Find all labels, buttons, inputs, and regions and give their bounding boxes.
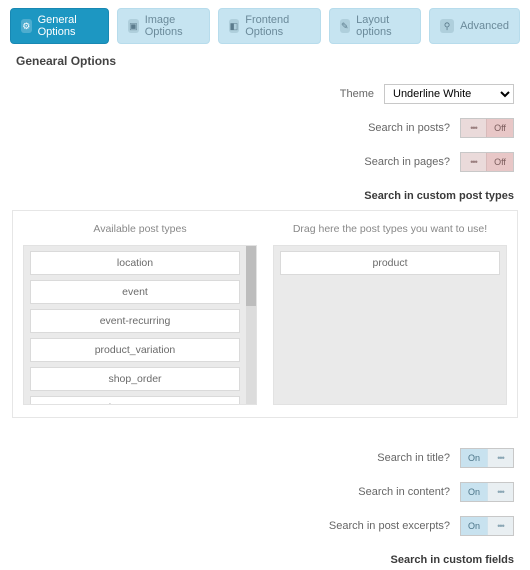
- row-theme: Theme Underline White: [10, 80, 520, 114]
- available-title: Available post types: [23, 223, 257, 235]
- row-search-content: Search in content? On: [10, 478, 520, 512]
- toggle-state: On: [461, 517, 487, 535]
- scrollbar[interactable]: [246, 246, 256, 404]
- toggle-handle-icon: [461, 153, 487, 171]
- tab-frontend[interactable]: ◧ Frontend Options: [218, 8, 321, 44]
- toggle-handle-icon: [461, 119, 487, 137]
- search-pages-label: Search in pages?: [364, 156, 450, 168]
- search-posts-label: Search in posts?: [368, 122, 450, 134]
- tab-image[interactable]: ▣ Image Options: [117, 8, 210, 44]
- toggle-search-content[interactable]: On: [460, 482, 514, 502]
- section-title: Genearal Options: [16, 54, 520, 68]
- toggle-search-title[interactable]: On: [460, 448, 514, 468]
- toggle-handle-icon: [487, 517, 513, 535]
- tabs-bar: ⚙ General Options ▣ Image Options ◧ Fron…: [10, 8, 520, 44]
- post-type-item[interactable]: shop_coupon: [30, 396, 240, 404]
- tab-label: General Options: [38, 14, 99, 38]
- toggle-state: On: [461, 449, 487, 467]
- selected-column: Drag here the post types you want to use…: [273, 223, 507, 405]
- row-search-title: Search in title? On: [10, 444, 520, 478]
- selected-title: Drag here the post types you want to use…: [273, 223, 507, 235]
- search-title-label: Search in title?: [377, 452, 450, 464]
- theme-label: Theme: [340, 88, 374, 100]
- available-column: Available post types location event even…: [23, 223, 257, 405]
- post-type-item[interactable]: product_variation: [30, 338, 240, 362]
- post-type-item[interactable]: event-recurring: [30, 309, 240, 333]
- tab-advanced[interactable]: ⚲ Advanced: [429, 8, 520, 44]
- post-type-item[interactable]: event: [30, 280, 240, 304]
- tab-label: Frontend Options: [245, 14, 309, 38]
- tab-label: Image Options: [145, 14, 199, 38]
- row-search-pages: Search in pages? Off: [10, 148, 520, 182]
- tab-general[interactable]: ⚙ General Options: [10, 8, 109, 44]
- tab-label: Layout options: [356, 14, 410, 38]
- pencil-icon: ✎: [340, 19, 351, 33]
- toggle-state: On: [461, 483, 487, 501]
- cf-header: Search in custom fields: [10, 550, 520, 570]
- search-excerpts-label: Search in post excerpts?: [329, 520, 450, 532]
- row-search-posts: Search in posts? Off: [10, 114, 520, 148]
- post-type-item[interactable]: product: [280, 251, 500, 275]
- tab-label: Advanced: [460, 20, 509, 32]
- toggle-search-excerpts[interactable]: On: [460, 516, 514, 536]
- theme-select[interactable]: Underline White: [384, 84, 514, 104]
- search-content-label: Search in content?: [358, 486, 450, 498]
- selected-list[interactable]: product: [273, 245, 507, 405]
- scroll-thumb[interactable]: [246, 246, 256, 306]
- layout-icon: ◧: [229, 19, 240, 33]
- cpt-panel: Available post types location event even…: [12, 210, 518, 418]
- row-search-excerpts: Search in post excerpts? On: [10, 512, 520, 546]
- toggle-handle-icon: [487, 483, 513, 501]
- toggle-handle-icon: [487, 449, 513, 467]
- toggle-state: Off: [487, 153, 513, 171]
- tab-layout[interactable]: ✎ Layout options: [329, 8, 422, 44]
- post-type-item[interactable]: shop_order: [30, 367, 240, 391]
- image-icon: ▣: [128, 19, 139, 33]
- post-type-item[interactable]: location: [30, 251, 240, 275]
- wand-icon: ⚲: [440, 19, 454, 33]
- gear-icon: ⚙: [21, 19, 32, 33]
- cpt-header: Search in custom post types: [10, 186, 520, 206]
- toggle-state: Off: [487, 119, 513, 137]
- toggle-search-posts[interactable]: Off: [460, 118, 514, 138]
- available-list: location event event-recurring product_v…: [23, 245, 257, 405]
- toggle-search-pages[interactable]: Off: [460, 152, 514, 172]
